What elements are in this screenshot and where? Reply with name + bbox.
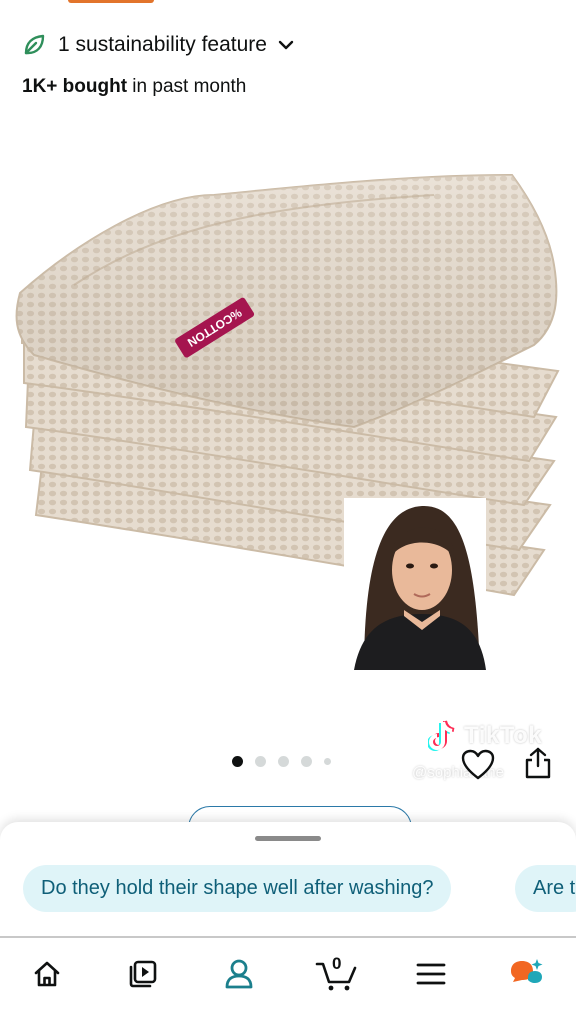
share-icon[interactable] [520,746,556,780]
carousel-dot[interactable] [324,758,331,765]
bought-in-past-month: 1K+ bought in past month [22,76,246,98]
tiktok-logo-icon [428,720,455,751]
chevron-down-icon [278,40,294,50]
nav-cart[interactable]: 0 [312,950,362,998]
sustainability-dropdown[interactable]: 1 sustainability feature [22,30,295,60]
sheet-drag-handle[interactable] [255,836,321,841]
carousel-dot[interactable] [278,756,289,767]
cart-count-badge: 0 [332,954,342,973]
carousel-dot[interactable] [255,756,266,767]
carousel-dot[interactable] [301,756,312,767]
nav-rufus[interactable] [503,950,551,998]
creator-video-thumbnail[interactable] [344,498,486,670]
video-icon [129,960,157,988]
nav-menu[interactable] [407,950,455,998]
top-accent-bar [68,0,154,3]
question-chip[interactable]: Do they hold their shape well after wash… [23,865,452,912]
bought-suffix: in past month [127,76,247,97]
profile-icon [225,959,253,989]
heart-icon[interactable] [460,748,496,782]
menu-icon [416,963,446,985]
bottom-navigation: 0 [0,936,576,1026]
home-icon [34,961,60,987]
bought-count: 1K+ bought [22,76,128,97]
carousel-dots[interactable] [232,756,331,767]
leaf-icon [24,34,45,55]
carousel-dot-active[interactable] [232,756,243,767]
rufus-icon [511,959,543,983]
question-chip[interactable]: Are t [515,865,576,912]
nav-video[interactable] [119,950,167,998]
creator-avatar [344,498,486,670]
sustainability-label: 1 sustainability feature [58,33,267,56]
nav-profile[interactable] [215,950,263,998]
nav-home[interactable] [23,950,71,998]
